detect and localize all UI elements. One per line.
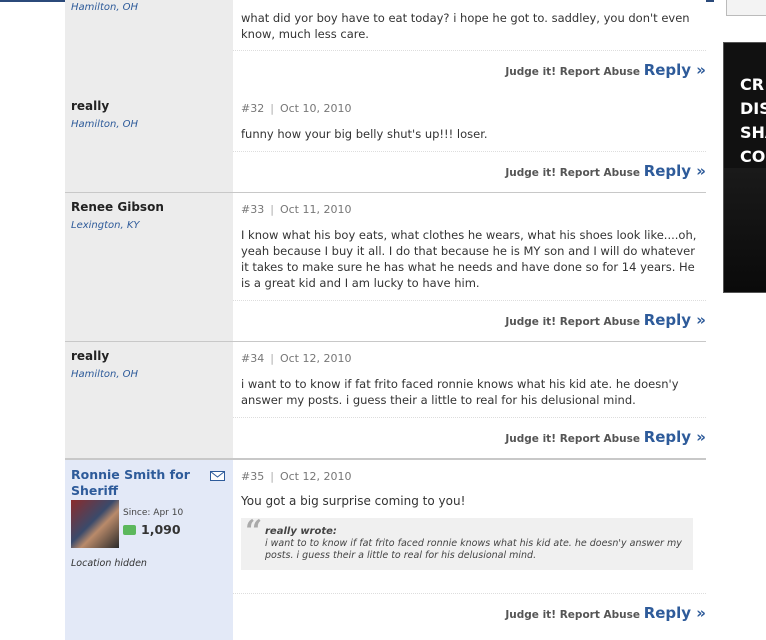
username-link[interactable]: Renee Gibson bbox=[71, 200, 164, 214]
user-sidebar: Renee Gibson Lexington, KY bbox=[65, 193, 233, 341]
comment-text: funny how your big belly shut's up!!! lo… bbox=[241, 127, 488, 141]
comment-date: Oct 10, 2010 bbox=[279, 102, 352, 115]
report-abuse-link[interactable]: Report Abuse bbox=[560, 167, 640, 179]
member-since: Since: Apr 10 bbox=[123, 508, 184, 518]
comment-post: really Hamilton, OH #32 | Oct 10, 2010 fun… bbox=[65, 92, 706, 194]
comment-date: Oct 11, 2010 bbox=[279, 203, 352, 216]
comment-body: #35 | Oct 12, 2010 You got a big surprise … bbox=[233, 460, 706, 640]
comment-actions: Judge it! Report Abuse Reply » bbox=[233, 593, 706, 635]
comment-actions: Judge it! Report Abuse Reply » bbox=[233, 151, 706, 193]
comment-date: Oct 12, 2010 bbox=[279, 352, 352, 365]
comment-post: Renee Gibson Lexington, KY #33 | Oct 11, 2… bbox=[65, 193, 706, 343]
comment-number[interactable]: #34 bbox=[241, 352, 264, 365]
comment-post: Ronnie Smith for Sheriff Since: Apr 10 1… bbox=[65, 460, 706, 640]
sidebar-advertisement[interactable]: CR DIS SHA CO bbox=[723, 42, 766, 293]
ad-line: SHA bbox=[740, 123, 766, 142]
comment-text: You got a big surprise coming to you! bbox=[241, 494, 466, 508]
user-location: Location hidden bbox=[71, 558, 147, 569]
judge-it-link[interactable]: Judge it! bbox=[505, 66, 556, 78]
quote-text: i want to to know if fat frito faced ron… bbox=[265, 538, 682, 561]
reply-link[interactable]: Reply » bbox=[644, 162, 706, 180]
judge-it-link[interactable]: Judge it! bbox=[505, 609, 556, 621]
ad-image bbox=[724, 168, 766, 292]
username-link[interactable]: really bbox=[71, 349, 109, 363]
judge-it-link[interactable]: Judge it! bbox=[505, 433, 556, 445]
comment-text: i want to to know if fat frito faced ron… bbox=[241, 377, 679, 407]
user-location: Hamilton, OH bbox=[71, 2, 139, 13]
judge-it-link[interactable]: Judge it! bbox=[505, 316, 556, 328]
ad-line: CR bbox=[740, 75, 765, 94]
quoted-comment: “ really wrote: i want to to know if fat… bbox=[241, 514, 693, 570]
username-link[interactable]: Ronnie Smith for Sheriff bbox=[71, 467, 201, 499]
comment-actions: Judge it! Report Abuse Reply » bbox=[233, 50, 706, 92]
user-location: Hamilton, OH bbox=[71, 369, 139, 380]
points-icon bbox=[123, 525, 136, 535]
reply-link[interactable]: Reply » bbox=[644, 61, 706, 79]
comment-body: #34 | Oct 12, 2010 i want to to know if fa… bbox=[233, 342, 706, 458]
comment-number[interactable]: #35 bbox=[241, 470, 264, 483]
comment-body: #32 | Oct 10, 2010 funny how your big bell… bbox=[233, 92, 706, 192]
top-right-button[interactable] bbox=[726, 0, 766, 16]
comment-date: Oct 12, 2010 bbox=[279, 470, 352, 483]
comment-body: #33 | Oct 11, 2010 I know what his boy eat… bbox=[233, 193, 706, 341]
quote-author: really wrote: bbox=[265, 526, 337, 537]
reply-link[interactable]: Reply » bbox=[644, 311, 706, 329]
comment-meta: #33 | Oct 11, 2010 bbox=[241, 203, 352, 216]
comment-post: really Hamilton, OH #34 | Oct 12, 2010 i w… bbox=[65, 342, 706, 460]
ad-line: CO bbox=[740, 147, 766, 166]
user-sidebar: Hamilton, OH bbox=[65, 0, 233, 92]
reply-link[interactable]: Reply » bbox=[644, 604, 706, 622]
ad-line: DIS bbox=[740, 99, 766, 118]
quote-mark-icon: “ bbox=[245, 514, 263, 549]
user-location: Lexington, KY bbox=[71, 220, 140, 231]
comment-number[interactable]: #32 bbox=[241, 102, 264, 115]
comment-number[interactable]: #33 bbox=[241, 203, 264, 216]
user-location: Hamilton, OH bbox=[71, 119, 139, 130]
user-points: 1,090 bbox=[141, 522, 181, 537]
mail-icon[interactable] bbox=[210, 471, 225, 481]
comment-actions: Judge it! Report Abuse Reply » bbox=[233, 300, 706, 342]
report-abuse-link[interactable]: Report Abuse bbox=[560, 609, 640, 621]
comment-body: what did yor boy have to eat today? i ho… bbox=[233, 0, 706, 92]
report-abuse-link[interactable]: Report Abuse bbox=[560, 66, 640, 78]
judge-it-link[interactable]: Judge it! bbox=[505, 167, 556, 179]
report-abuse-link[interactable]: Report Abuse bbox=[560, 316, 640, 328]
username-link[interactable]: really bbox=[71, 99, 109, 113]
user-sidebar: really Hamilton, OH bbox=[65, 92, 233, 192]
comment-text: what did yor boy have to eat today? i ho… bbox=[241, 11, 690, 41]
ad-text: CR DIS SHA CO bbox=[740, 73, 766, 169]
report-abuse-link[interactable]: Report Abuse bbox=[560, 433, 640, 445]
comment-meta: #34 | Oct 12, 2010 bbox=[241, 352, 352, 365]
comment-actions: Judge it! Report Abuse Reply » bbox=[233, 417, 706, 459]
user-sidebar: really Hamilton, OH bbox=[65, 342, 233, 458]
user-sidebar: Ronnie Smith for Sheriff Since: Apr 10 1… bbox=[65, 460, 233, 640]
avatar[interactable] bbox=[71, 500, 119, 548]
comment-meta: #35 | Oct 12, 2010 bbox=[241, 470, 352, 483]
comment-meta: #32 | Oct 10, 2010 bbox=[241, 102, 352, 115]
reply-link[interactable]: Reply » bbox=[644, 428, 706, 446]
comment-post: Hamilton, OH what did yor boy have to ea… bbox=[65, 0, 706, 94]
comment-text: I know what his boy eats, what clothes h… bbox=[241, 228, 697, 290]
